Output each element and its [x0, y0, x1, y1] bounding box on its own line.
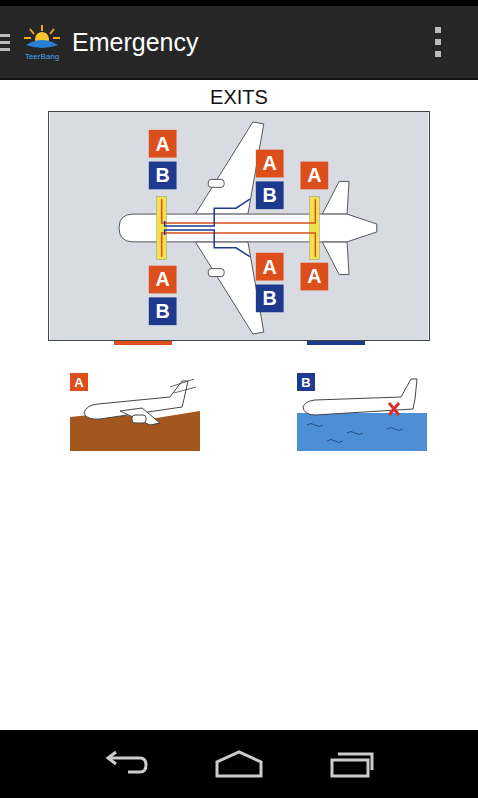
exit-badge: A [300, 162, 328, 190]
legend-tab [307, 341, 365, 345]
recents-icon[interactable] [328, 748, 376, 780]
exit-badge: B [256, 284, 284, 312]
exit-group: AB [149, 130, 177, 189]
navigation-bar [0, 730, 478, 798]
badge-label: A [263, 256, 277, 278]
scenario-card: A [70, 373, 200, 451]
cabin-diagram: ABABABABAA [48, 111, 430, 341]
exit-badge: B [149, 297, 177, 325]
diagram-background [50, 112, 429, 340]
scenario-card: B [297, 373, 427, 451]
exit-group: A [300, 162, 328, 190]
exit-badge: B [256, 181, 284, 209]
home-button[interactable]: TeerBang Emergency [0, 23, 198, 61]
badge-box [300, 263, 328, 291]
badge-label: A [156, 133, 170, 155]
badge-box [256, 284, 284, 312]
badge-box [256, 253, 284, 281]
exit-group: AB [256, 150, 284, 209]
app-logo: TeerBang [20, 23, 64, 61]
home-icon[interactable] [213, 748, 265, 780]
scenario-badge [297, 373, 315, 391]
cross-icon [389, 403, 399, 415]
badge-label: B [156, 164, 170, 186]
badge-box [149, 130, 177, 158]
overflow-menu-icon[interactable] [434, 26, 442, 58]
screen: TeerBangEmergencyEXITSABABABABAAAB [0, 0, 478, 798]
exit-group: AB [149, 266, 177, 325]
scenario-picture: B [297, 373, 427, 451]
exit-badge: A [300, 263, 328, 291]
legend-tabs [48, 341, 430, 345]
water [297, 413, 427, 451]
badge-box [256, 181, 284, 209]
back-icon[interactable] [102, 748, 150, 780]
badge-label: A [263, 152, 277, 174]
legend-tab [114, 341, 172, 345]
badge-label: A [307, 164, 321, 186]
exit-badge: A [256, 253, 284, 281]
exit-badge: A [149, 266, 177, 294]
badge-box [256, 150, 284, 178]
badge-label: B [156, 300, 170, 322]
airplane-icon [84, 381, 188, 425]
exit-group: A [300, 263, 328, 291]
badge-label: B [263, 287, 277, 309]
airplane-icon [119, 122, 377, 334]
exit-group: AB [256, 253, 284, 312]
exit-badge: A [149, 130, 177, 158]
exit-badge: B [149, 162, 177, 190]
diagram-title: EXITS [210, 86, 268, 108]
badge-box [149, 162, 177, 190]
drawer-icon [0, 31, 10, 53]
logo-text: TeerBang [25, 53, 59, 61]
exit-badge: A [256, 150, 284, 178]
badge-label: A [307, 265, 321, 287]
scenario-label: B [301, 375, 310, 390]
scenarios: AB [0, 345, 478, 451]
content: EXITSABABABABAAAB [0, 80, 478, 730]
scenario-badge [70, 373, 88, 391]
app-title: Emergency [72, 28, 198, 57]
slide-strip [309, 196, 319, 259]
sun-icon [22, 23, 62, 53]
airplane-icon [303, 379, 417, 415]
badge-label: B [263, 184, 277, 206]
exit-diagram: ABABABABAA [48, 111, 430, 345]
evacuation-routes [162, 199, 316, 256]
badge-box [300, 162, 328, 190]
badge-label: A [156, 268, 170, 290]
scenario-label: A [74, 375, 84, 390]
scenario-picture: A [70, 373, 200, 451]
app-bar: TeerBang Emergency [0, 0, 478, 80]
badge-box [149, 266, 177, 294]
badge-box [149, 297, 177, 325]
